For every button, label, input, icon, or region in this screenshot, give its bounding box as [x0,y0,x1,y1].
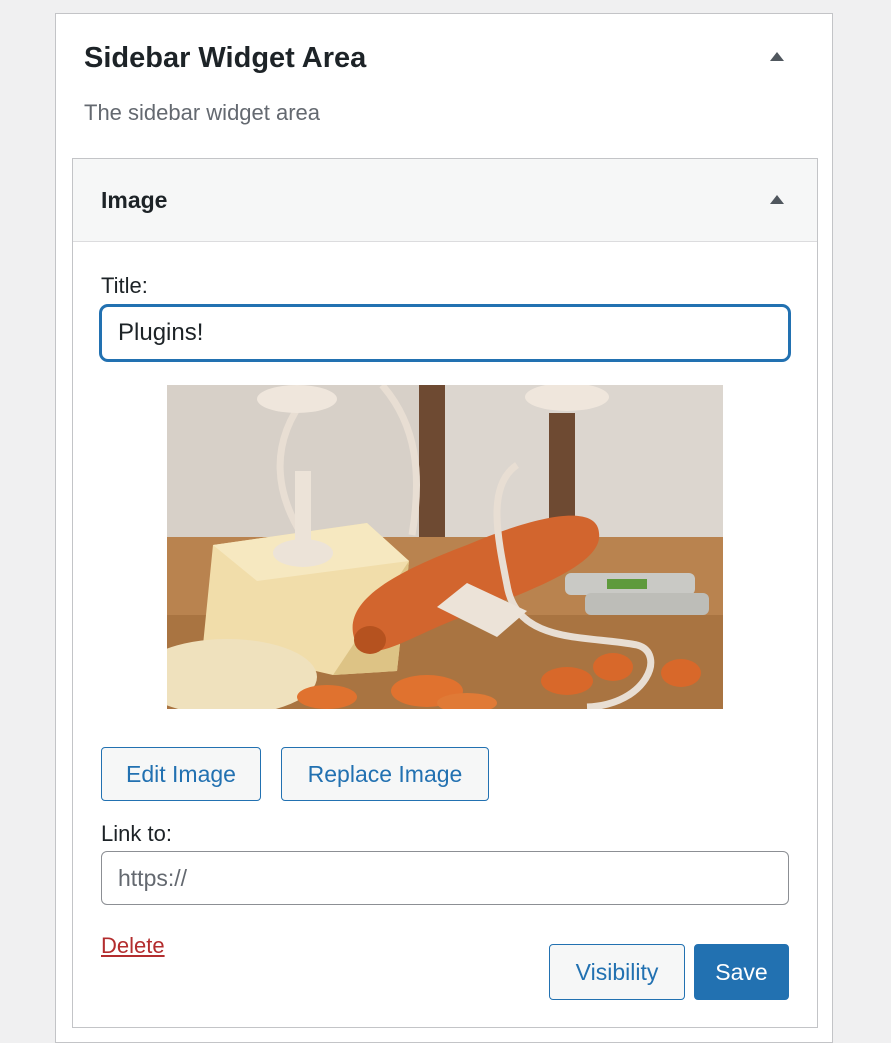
area-collapse-icon[interactable] [770,52,784,61]
title-label: Title: [101,273,148,298]
image-preview[interactable] [167,385,723,709]
image-widget: Image Title: Plugins! Edit Image Replace… [72,158,818,1028]
delete-link[interactable]: Delete [101,933,165,959]
area-description: The sidebar widget area [84,100,321,125]
replace-image-button[interactable]: Replace Image [281,747,489,801]
link-to-label: Link to: [101,821,172,846]
visibility-button[interactable]: Visibility [549,944,685,1000]
sidebar-widget-area: Sidebar Widget Area The sidebar widget a… [55,13,833,1043]
widget-title: Image [101,187,168,213]
widget-header[interactable]: Image [73,159,817,242]
save-button[interactable]: Save [694,944,789,1000]
edit-image-button[interactable]: Edit Image [101,747,261,801]
widget-collapse-icon[interactable] [770,195,784,204]
area-title: Sidebar Widget Area [84,42,367,74]
title-input[interactable] [100,305,790,361]
link-to-input[interactable] [101,851,789,905]
carrot-photo-image [167,385,723,709]
